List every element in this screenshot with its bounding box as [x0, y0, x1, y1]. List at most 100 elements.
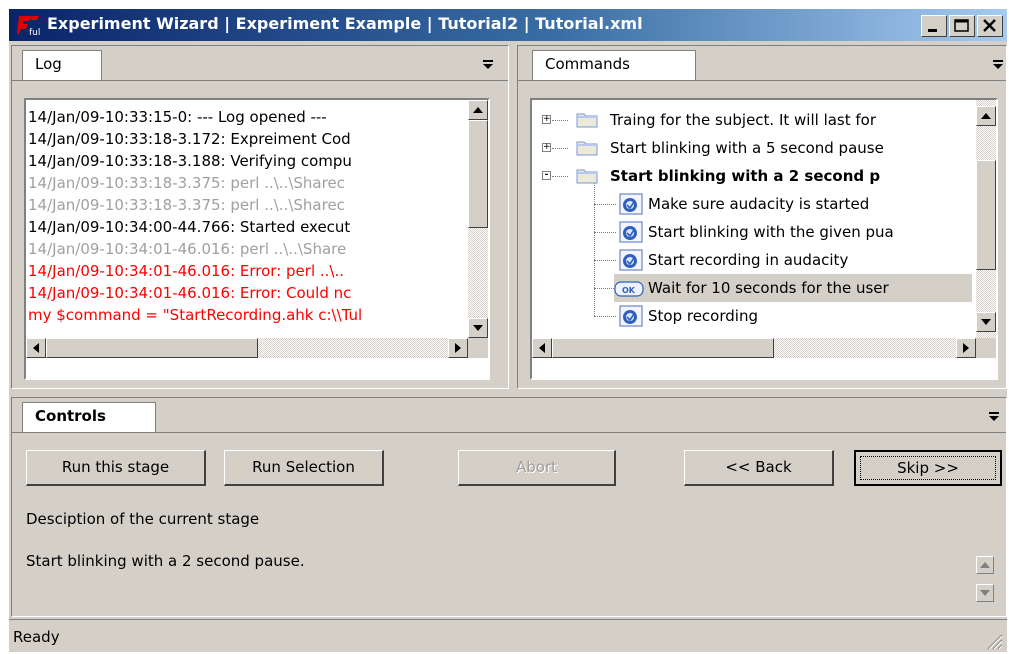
scroll-thumb-h[interactable] [552, 338, 774, 358]
scroll-up-button[interactable] [468, 100, 488, 120]
scroll-thumb[interactable] [468, 120, 488, 228]
scroll-thumb-h[interactable] [46, 338, 258, 358]
description-scroll-down[interactable] [976, 584, 994, 602]
commands-horizontal-scrollbar[interactable] [532, 338, 976, 358]
tree-item-label: Traing for the subject. It will last for [610, 111, 877, 129]
run-selection-label: Run Selection [252, 458, 355, 476]
abort-label: Abort [515, 458, 557, 476]
minimize-button[interactable] [921, 15, 947, 37]
arrow-up-icon [981, 113, 991, 119]
log-line: 14/Jan/09-10:34:00-44.766: Started execu… [28, 218, 351, 236]
main-window: ful Experiment Wizard | Experiment Examp… [8, 8, 1008, 653]
collapse-icon[interactable]: - [542, 171, 551, 180]
commands-vertical-scrollbar[interactable] [976, 100, 996, 338]
scroll-left-button[interactable] [532, 338, 552, 358]
log-line: 14/Jan/09-10:33:15-0: --- Log opened --- [28, 108, 327, 126]
window-title: Experiment Wizard | Experiment Example |… [47, 14, 643, 33]
arrow-up-icon [473, 107, 483, 113]
log-line: 14/Jan/09-10:33:18-3.375: perl ..\..\Sha… [28, 174, 345, 192]
tree-item[interactable]: Start recording in audacity [594, 246, 972, 274]
tree-item-label: Start recording in audacity [648, 251, 849, 269]
pane-menu-icon[interactable] [988, 410, 1000, 422]
scroll-down-button[interactable] [468, 318, 488, 338]
log-pane: Log 14/Jan/09-10:33:15-0: --- Log opened… [11, 45, 509, 389]
app-logo-icon: ful [17, 16, 40, 36]
log-line: 14/Jan/09-10:33:18-3.188: Verifying comp… [28, 152, 352, 170]
close-icon [983, 19, 996, 32]
commands-tree[interactable]: + Traing for the subject. It will last fo… [530, 98, 998, 380]
expand-icon[interactable]: + [542, 143, 551, 152]
arrow-right-icon [455, 343, 461, 353]
resize-grip-icon[interactable] [985, 632, 1003, 650]
log-vertical-scrollbar[interactable] [468, 100, 488, 338]
skip-button[interactable]: Skip >> [854, 450, 1002, 486]
controls-pane: Controls Run this stage Run Selection Ab… [11, 397, 1007, 617]
scroll-right-button[interactable] [448, 338, 468, 358]
run-this-stage-label: Run this stage [61, 458, 170, 476]
description-scroll-up[interactable] [976, 556, 994, 574]
maximize-icon [954, 19, 969, 32]
tree-item[interactable]: + Traing for the subject. It will last fo… [542, 106, 972, 134]
tree-item[interactable]: - Start blinking with a 2 second p [542, 162, 972, 190]
run-selection-button[interactable]: Run Selection [224, 450, 384, 486]
back-button[interactable]: << Back [684, 450, 834, 486]
tab-controls[interactable]: Controls [22, 402, 156, 432]
commands-pane: Commands + Traing for the subject. It wil… [517, 45, 1007, 389]
script-icon [618, 304, 644, 337]
arrow-up-icon [980, 562, 990, 568]
scroll-thumb[interactable] [976, 160, 996, 270]
description-text: Start blinking with a 2 second pause. [26, 552, 305, 570]
svg-text:ful: ful [29, 28, 40, 36]
tab-commands[interactable]: Commands [532, 50, 696, 80]
tab-commands-label: Commands [545, 55, 630, 73]
arrow-left-icon [33, 343, 39, 353]
log-line: 14/Jan/09-10:34:01-46.016: Error: perl .… [28, 262, 345, 280]
tree-item-label: Make sure audacity is started [648, 195, 870, 213]
scroll-up-button[interactable] [976, 106, 996, 126]
tab-controls-label: Controls [35, 407, 106, 425]
status-bar: Ready [9, 619, 1007, 652]
log-line: my $command = "StartRecording.ahk c:\\Tu… [28, 306, 363, 324]
tree-item[interactable]: Stop recording [594, 302, 972, 330]
log-line: 14/Jan/09-10:34:01-46.016: perl ..\..\Sh… [28, 240, 347, 258]
arrow-down-icon [981, 319, 991, 325]
focus-ring [860, 456, 996, 480]
run-this-stage-button[interactable]: Run this stage [26, 450, 206, 486]
scroll-left-button[interactable] [26, 338, 46, 358]
minimize-icon [928, 29, 937, 32]
scroll-down-button[interactable] [976, 312, 996, 332]
expand-icon[interactable]: + [542, 115, 551, 124]
scroll-corner [468, 338, 488, 358]
title-bar[interactable]: ful Experiment Wizard | Experiment Examp… [9, 9, 1007, 41]
tree-item-label: Start blinking with a 2 second p [610, 167, 881, 185]
arrow-right-icon [963, 343, 969, 353]
abort-button[interactable]: Abort [458, 450, 616, 486]
close-button[interactable] [977, 15, 1003, 37]
scroll-right-button[interactable] [956, 338, 976, 358]
tab-log[interactable]: Log [22, 50, 102, 80]
scroll-corner [976, 338, 996, 358]
tree-item[interactable]: + Start blinking with a 5 second pause [542, 134, 972, 162]
back-label: << Back [725, 458, 792, 476]
svg-text:OK: OK [622, 286, 636, 295]
tree-item-label: Stop recording [648, 307, 758, 325]
log-line: 14/Jan/09-10:34:01-46.016: Error: Could … [28, 284, 352, 302]
arrow-down-icon [473, 325, 483, 331]
tree-item-label: Start blinking with a 5 second pause [610, 139, 884, 157]
log-horizontal-scrollbar[interactable] [26, 338, 468, 358]
tree-item[interactable]: Make sure audacity is started [594, 190, 972, 218]
pane-menu-icon[interactable] [992, 58, 1004, 70]
log-list[interactable]: 14/Jan/09-10:33:15-0: --- Log opened ---… [24, 98, 490, 380]
status-text: Ready [13, 628, 60, 646]
tree-item-label: Wait for 10 seconds for the user [648, 279, 889, 297]
maximize-button[interactable] [949, 15, 975, 37]
tab-log-label: Log [35, 55, 62, 73]
log-line: 14/Jan/09-10:33:18-3.375: perl ..\..\Sha… [28, 196, 345, 214]
arrow-left-icon [539, 343, 545, 353]
tree-item[interactable]: Start blinking with the given pua [594, 218, 972, 246]
pane-menu-icon[interactable] [482, 58, 494, 70]
tree-item[interactable]: OK Wait for 10 seconds for the user [594, 274, 972, 302]
tree-item-label: Start blinking with the given pua [648, 223, 894, 241]
arrow-down-icon [980, 590, 990, 596]
description-heading: Desciption of the current stage [26, 510, 260, 528]
